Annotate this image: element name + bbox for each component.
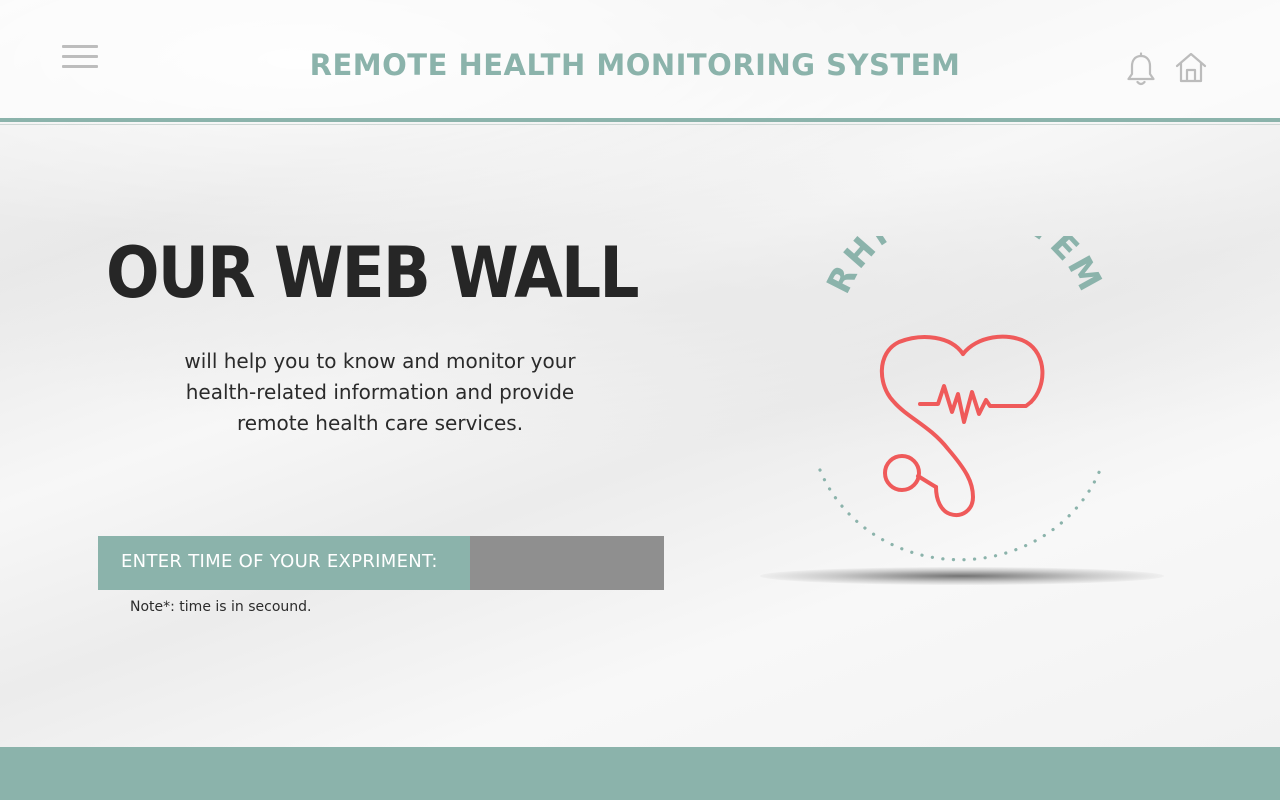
experiment-time-input[interactable]: [470, 536, 664, 590]
hero-title: OUR WEB WALL: [106, 232, 640, 314]
header-divider-thin: [0, 124, 1280, 125]
footer-bar: [0, 747, 1280, 800]
experiment-time-label: ENTER TIME OF YOUR EXPRIMENT:: [121, 551, 438, 572]
logo-text: RHMS SYSTEM: [819, 236, 1112, 300]
time-note: Note*: time is in secound.: [130, 599, 312, 615]
header-divider: [0, 118, 1280, 122]
hero-description: will help you to know and monitor your h…: [184, 349, 576, 435]
home-icon[interactable]: [1174, 50, 1208, 86]
experiment-time-label-box: ENTER TIME OF YOUR EXPRIMENT:: [98, 536, 470, 590]
heart-stethoscope-icon: [879, 334, 1045, 517]
app-title: REMOTE HEALTH MONITORING SYSTEM: [309, 48, 961, 82]
bell-icon[interactable]: [1124, 52, 1158, 88]
rhms-logo: RHMS SYSTEM: [818, 236, 1112, 562]
